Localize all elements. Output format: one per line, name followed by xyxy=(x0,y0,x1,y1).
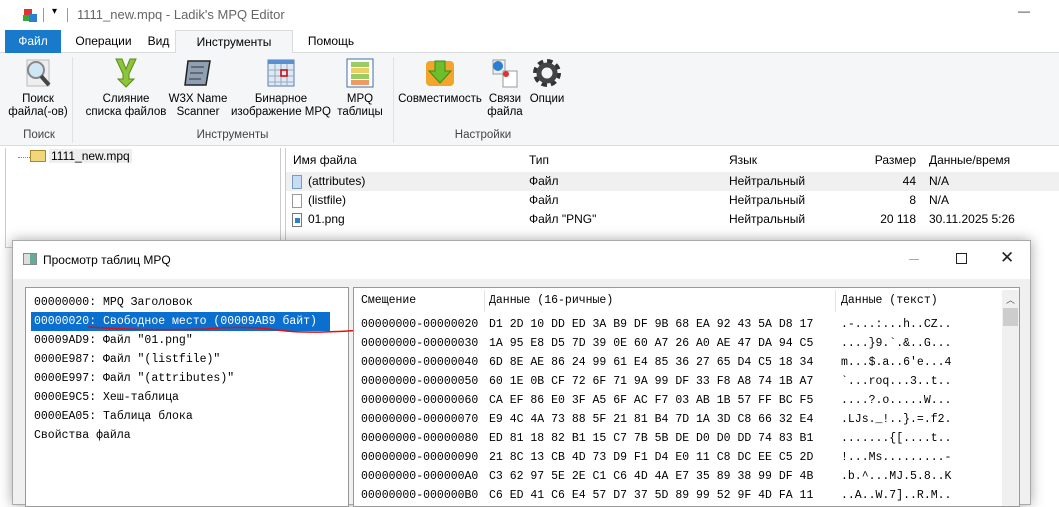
hex-off: 00000000-00000050 xyxy=(361,375,479,388)
scroll-icon xyxy=(182,57,214,89)
dialog-title: Просмотр таблиц MPQ xyxy=(43,253,171,267)
quick-access-dropdown[interactable]: ▾ xyxy=(52,6,57,17)
image-file-icon xyxy=(292,213,302,227)
tab-help[interactable]: Помощь xyxy=(296,30,366,53)
group-label-settings: Настройки xyxy=(454,129,512,141)
hex-hex: C6 ED 41 C6 E4 57 D7 37 5D 89 99 52 9F 4… xyxy=(489,489,814,502)
app-icon xyxy=(22,7,38,23)
file-associations-button[interactable]: Связи файла xyxy=(484,57,526,119)
table-icon xyxy=(344,57,376,89)
table-list-item[interactable]: Свойства файла xyxy=(33,426,132,445)
file-row[interactable]: (attributes) Файл Нейтральный 44 N/A xyxy=(286,172,1059,191)
column-header-date[interactable]: Данные/время xyxy=(929,153,1010,167)
gear-icon xyxy=(531,57,563,89)
scrollbar-thumb[interactable] xyxy=(1003,308,1018,326)
hex-off: 00000000-000000B0 xyxy=(361,489,479,502)
tab-operations[interactable]: Операции xyxy=(66,30,141,53)
title-bar: ▾ 1111_new.mpq - Ladik's MPQ Editor — xyxy=(0,0,1059,30)
hex-off: 00000000-00000030 xyxy=(361,337,479,350)
hex-text: !...Ms.........- xyxy=(841,451,952,464)
hex-hex: 21 8C 13 CB 4D 73 D9 F1 D4 E0 11 C8 DC E… xyxy=(489,451,814,464)
merge-listfile-button[interactable]: Слияние списка файлов xyxy=(82,57,170,119)
maximize-button[interactable] xyxy=(956,253,967,264)
dialog-icon xyxy=(23,253,37,265)
hex-hex: ED 81 18 82 B1 15 C7 7B 5B DE D0 D0 DD 7… xyxy=(489,432,814,445)
table-list-item[interactable]: 0000E9C5: Хеш-таблица xyxy=(33,388,180,407)
hex-off: 00000000-00000040 xyxy=(361,356,479,369)
column-header-text[interactable]: Данные (текст) xyxy=(841,294,938,307)
search-icon xyxy=(22,57,54,89)
hex-hex: D1 2D 10 DD ED 3A B9 DF 9B 68 EA 92 43 5… xyxy=(489,318,814,331)
table-list-item[interactable]: 0000E987: Файл "(listfile)" xyxy=(33,350,221,369)
hex-text: ....?.o.....W... xyxy=(841,394,952,407)
hex-off: 00000000-000000A0 xyxy=(361,470,479,483)
scroll-up-icon: ︿ xyxy=(1006,296,1016,306)
ribbon-tabs: Файл Операции Вид Инструменты Помощь xyxy=(0,30,1059,54)
file-row[interactable]: (listfile) Файл Нейтральный 8 N/A xyxy=(286,191,1059,210)
hex-off: 00000000-00000020 xyxy=(361,318,479,331)
red-underline-annotation xyxy=(87,326,377,333)
hex-off: 00000000-00000060 xyxy=(361,394,479,407)
hex-hex: 1A 95 E8 D5 7D 39 0E 60 A7 26 A0 AE 47 D… xyxy=(489,337,814,350)
table-list-item[interactable]: 00000000: MPQ Заголовок xyxy=(33,293,194,312)
hex-off: 00000000-00000080 xyxy=(361,432,479,445)
minimize-button[interactable]: — xyxy=(1018,4,1030,18)
hex-text: .b.^...MJ.5.8..K xyxy=(841,470,952,483)
hex-text: .-...:...h..CZ.. xyxy=(841,318,952,331)
file-assoc-icon xyxy=(489,57,521,89)
column-header-type[interactable]: Тип xyxy=(529,153,549,167)
group-label-search: Поиск xyxy=(23,129,55,141)
archive-tree: 1111_new.mpq xyxy=(5,148,281,248)
mpq-tables-button[interactable]: MPQ таблицы xyxy=(334,57,386,119)
column-header-name[interactable]: Имя файла xyxy=(293,153,357,167)
hex-text: m...$.a..6'e...4 xyxy=(841,356,952,369)
grid-icon xyxy=(265,57,297,89)
tab-file[interactable]: Файл xyxy=(5,30,61,53)
table-list-item[interactable]: 0000EA05: Таблица блока xyxy=(33,407,194,426)
hex-hex: CA EF 86 E0 3F A5 6F AC F7 03 AB 1B 57 F… xyxy=(489,394,814,407)
hex-text: ..A..W.7]..R.M.. xyxy=(841,489,952,502)
column-header-hex[interactable]: Данные (16-ричные) xyxy=(489,294,613,307)
hex-hex: E9 4C 4A 73 88 5F 21 81 B4 7D 1A 3D C8 6… xyxy=(489,413,814,426)
binary-image-button[interactable]: Бинарное изображение MPQ xyxy=(226,57,336,119)
tree-item-root[interactable]: 1111_new.mpq xyxy=(49,149,132,163)
ribbon: Поиск файла(-ов) Слияние списка файлов W3X… xyxy=(0,53,1059,146)
hex-text: `...roq...3..t.. xyxy=(841,375,952,388)
hex-text: ....}9.`.&..G... xyxy=(841,337,952,350)
file-icon xyxy=(292,175,302,189)
group-label-tools: Инструменты xyxy=(196,129,269,141)
hex-text: .LJs._!..}.=.f2. xyxy=(841,413,952,426)
file-icon xyxy=(292,194,302,208)
hex-hex: C3 62 97 5E 2E C1 C6 4D 4A E7 35 89 38 9… xyxy=(489,470,814,483)
merge-icon xyxy=(110,57,142,89)
scrollbar[interactable]: ︿ xyxy=(1002,290,1019,506)
folder-icon xyxy=(30,150,46,162)
options-button[interactable]: Опции xyxy=(526,57,568,106)
close-button[interactable]: ✕ xyxy=(1000,248,1014,268)
mpq-tables-dialog: Просмотр таблиц MPQ ✕ 00000000: MPQ Заго… xyxy=(12,240,1031,507)
hex-off: 00000000-00000090 xyxy=(361,451,479,464)
hex-hex: 6D 8E AE 86 24 99 61 E4 85 36 27 65 D4 C… xyxy=(489,356,814,369)
hex-hex: 60 1E 0B CF 72 6F 71 9A 99 DF 33 F8 A8 7… xyxy=(489,375,814,388)
hex-off: 00000000-00000070 xyxy=(361,413,479,426)
dialog-title-bar: Просмотр таблиц MPQ ✕ xyxy=(13,241,1030,279)
tab-tools[interactable]: Инструменты xyxy=(175,30,293,54)
column-header-offset[interactable]: Смещение xyxy=(361,294,416,307)
file-row[interactable]: 01.png Файл "PNG" Нейтральный 20 118 30.11.2… xyxy=(286,210,1059,229)
table-list-item[interactable]: 0000E997: Файл "(attributes)" xyxy=(33,369,235,388)
minimize-button[interactable] xyxy=(909,259,919,260)
tab-view[interactable]: Вид xyxy=(142,30,175,53)
compatibility-button[interactable]: Совместимость xyxy=(397,57,483,106)
column-header-language[interactable]: Язык xyxy=(729,153,757,167)
download-folder-icon xyxy=(424,57,456,89)
window-title: 1111_new.mpq - Ladik's MPQ Editor xyxy=(77,7,285,22)
file-list: Имя файла Тип Язык Размер Данные/время (… xyxy=(285,148,1059,248)
find-files-button[interactable]: Поиск файла(-ов) xyxy=(8,57,68,119)
hex-text: .......{[....t.. xyxy=(841,432,952,445)
w3x-name-scanner-button[interactable]: W3X Name Scanner xyxy=(167,57,229,119)
column-header-size[interactable]: Размер xyxy=(831,153,916,167)
hex-view: Смещение Данные (16-ричные) Данные (текс… xyxy=(353,287,1020,507)
table-list: 00000000: MPQ Заголовок 00000020: Свободн… xyxy=(25,287,377,507)
